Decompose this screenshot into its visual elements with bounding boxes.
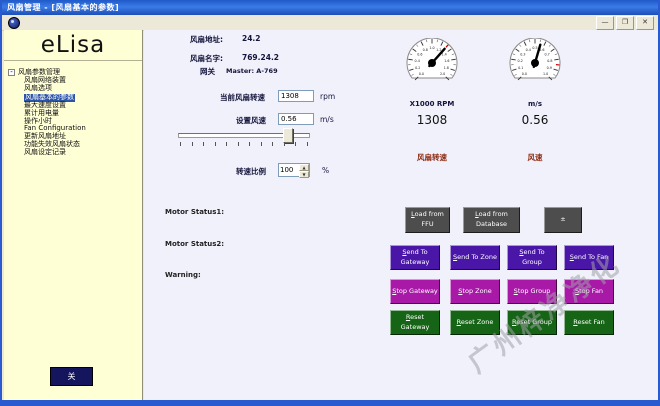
svg-text:0.4: 0.4 xyxy=(415,59,420,63)
set-speed-unit: m/s xyxy=(320,115,334,124)
tree-item[interactable]: 风扇设定记录 xyxy=(24,149,140,157)
minimize-icon[interactable]: — xyxy=(596,16,614,30)
title-bar: 风扇管理 - [风扇基本的参数] xyxy=(2,0,658,15)
sidebar: eLisa - 风扇参数管理 风扇网络装置风扇选项风扇基本的参数最大速度设置累计… xyxy=(4,30,143,400)
speed-ratio-unit: % xyxy=(322,166,329,175)
speed-slider-track[interactable] xyxy=(178,133,310,138)
svg-text:0.8: 0.8 xyxy=(547,59,552,63)
warning-label: Warning: xyxy=(165,271,201,279)
svg-text:0.3: 0.3 xyxy=(520,52,525,56)
svg-text:0.4: 0.4 xyxy=(526,48,531,52)
svg-text:0.1: 0.1 xyxy=(518,66,523,70)
send-to-group-button[interactable]: Send To Group xyxy=(507,245,557,270)
send-to-zone-button[interactable]: Send To Zone xyxy=(450,245,500,270)
airspeed-gauge: 0.00.10.20.30.40.50.60.70.80.91.0 xyxy=(505,38,565,88)
window-title: 风扇管理 - [风扇基本的参数] xyxy=(7,3,119,12)
plus-minus-button[interactable]: ± xyxy=(544,207,582,233)
svg-text:0.0: 0.0 xyxy=(522,72,527,76)
gateway-label: 网关 xyxy=(200,66,215,77)
current-speed-label: 当前风扇转速 xyxy=(220,92,265,103)
airspeed-gauge-caption: 风速 xyxy=(500,152,570,163)
svg-text:0.2: 0.2 xyxy=(518,59,523,63)
speed-slider-thumb[interactable] xyxy=(283,128,293,143)
current-speed-unit: rpm xyxy=(320,92,335,101)
rpm-gauge-unit: X1000 RPM xyxy=(397,100,467,108)
motor-status2-label: Motor Status2: xyxy=(165,240,224,248)
svg-text:1.0: 1.0 xyxy=(429,46,434,50)
svg-text:0.8: 0.8 xyxy=(423,48,428,52)
svg-text:2.0: 2.0 xyxy=(440,72,445,76)
close-icon[interactable]: ✕ xyxy=(636,16,654,30)
svg-text:1.0: 1.0 xyxy=(543,72,548,76)
fan-name-label: 风扇名字: xyxy=(190,53,223,64)
airspeed-gauge-value: 0.56 xyxy=(500,113,570,127)
svg-text:0.0: 0.0 xyxy=(419,72,424,76)
rpm-gauge: 0.00.20.40.60.81.01.21.41.61.82.0 xyxy=(402,38,462,88)
speed-ratio-input[interactable] xyxy=(279,164,301,176)
load-from-database-button[interactable]: Load from Database xyxy=(463,207,520,233)
spin-up-icon[interactable]: ▲ xyxy=(299,164,309,171)
svg-text:0.5: 0.5 xyxy=(532,46,537,50)
svg-text:1.8: 1.8 xyxy=(444,66,449,70)
reset-fan-button[interactable]: Reset Fan xyxy=(564,310,614,335)
stop-group-button[interactable]: Stop Group xyxy=(507,279,557,304)
reset-group-button[interactable]: Reset Group xyxy=(507,310,557,335)
send-to-gateway-button[interactable]: Send To Gateway xyxy=(390,245,440,270)
collapse-icon[interactable]: - xyxy=(8,69,15,76)
rpm-gauge-value: 1308 xyxy=(397,113,467,127)
svg-text:1.2: 1.2 xyxy=(436,48,441,52)
app-window: 风扇管理 - [风扇基本的参数] — ❐ ✕ eLisa - 风扇参数管理 风扇… xyxy=(0,0,660,406)
motor-status1-label: Motor Status1: xyxy=(165,208,224,216)
set-speed-input[interactable] xyxy=(278,113,314,125)
airspeed-gauge-unit: m/s xyxy=(500,100,570,108)
svg-text:1.6: 1.6 xyxy=(444,59,449,63)
menu-bar: — ❐ ✕ xyxy=(2,15,658,31)
fan-name-value: 769.24.2 xyxy=(242,53,279,62)
mdi-child-icon[interactable] xyxy=(8,17,20,29)
current-speed-input[interactable] xyxy=(278,90,314,102)
stop-fan-button[interactable]: Stop Fan xyxy=(564,279,614,304)
svg-text:0.9: 0.9 xyxy=(547,66,552,70)
fan-address-label: 风扇地址: xyxy=(190,34,223,45)
stop-zone-button[interactable]: Stop Zone xyxy=(450,279,500,304)
svg-text:0.7: 0.7 xyxy=(545,52,550,56)
speed-ratio-spinner[interactable]: ▲ ▼ xyxy=(278,163,310,177)
slider-ticks xyxy=(180,142,308,146)
elisa-logo: eLisa xyxy=(4,30,142,61)
speed-ratio-label: 转速比例 xyxy=(236,166,266,177)
svg-text:0.2: 0.2 xyxy=(415,66,420,70)
tree-item[interactable]: 风扇选项 xyxy=(24,85,140,93)
gateway-value: Master: A-769 xyxy=(226,67,278,75)
reset-zone-button[interactable]: Reset Zone xyxy=(450,310,500,335)
close-panel-button[interactable]: 关 xyxy=(50,367,93,386)
set-speed-label: 设置风速 xyxy=(236,115,266,126)
restore-icon[interactable]: ❐ xyxy=(616,16,634,30)
nav-tree: - 风扇参数管理 风扇网络装置风扇选项风扇基本的参数最大速度设置累计用电量操作小… xyxy=(4,61,142,157)
reset-gateway-button[interactable]: Reset Gateway xyxy=(390,310,440,335)
spin-down-icon[interactable]: ▼ xyxy=(299,171,309,178)
fan-address-value: 24.2 xyxy=(242,34,261,43)
rpm-gauge-caption: 风扇转速 xyxy=(397,152,467,163)
send-to-fan-button[interactable]: Send To Fan xyxy=(564,245,614,270)
stop-gateway-button[interactable]: Stop Gateway xyxy=(390,279,440,304)
window-bottom-border xyxy=(2,400,658,406)
svg-text:0.6: 0.6 xyxy=(417,52,422,56)
load-from-ffu-button[interactable]: Load from FFU xyxy=(405,207,450,233)
tree-children: 风扇网络装置风扇选项风扇基本的参数最大速度设置累计用电量操作小时Fan Conf… xyxy=(8,77,140,157)
